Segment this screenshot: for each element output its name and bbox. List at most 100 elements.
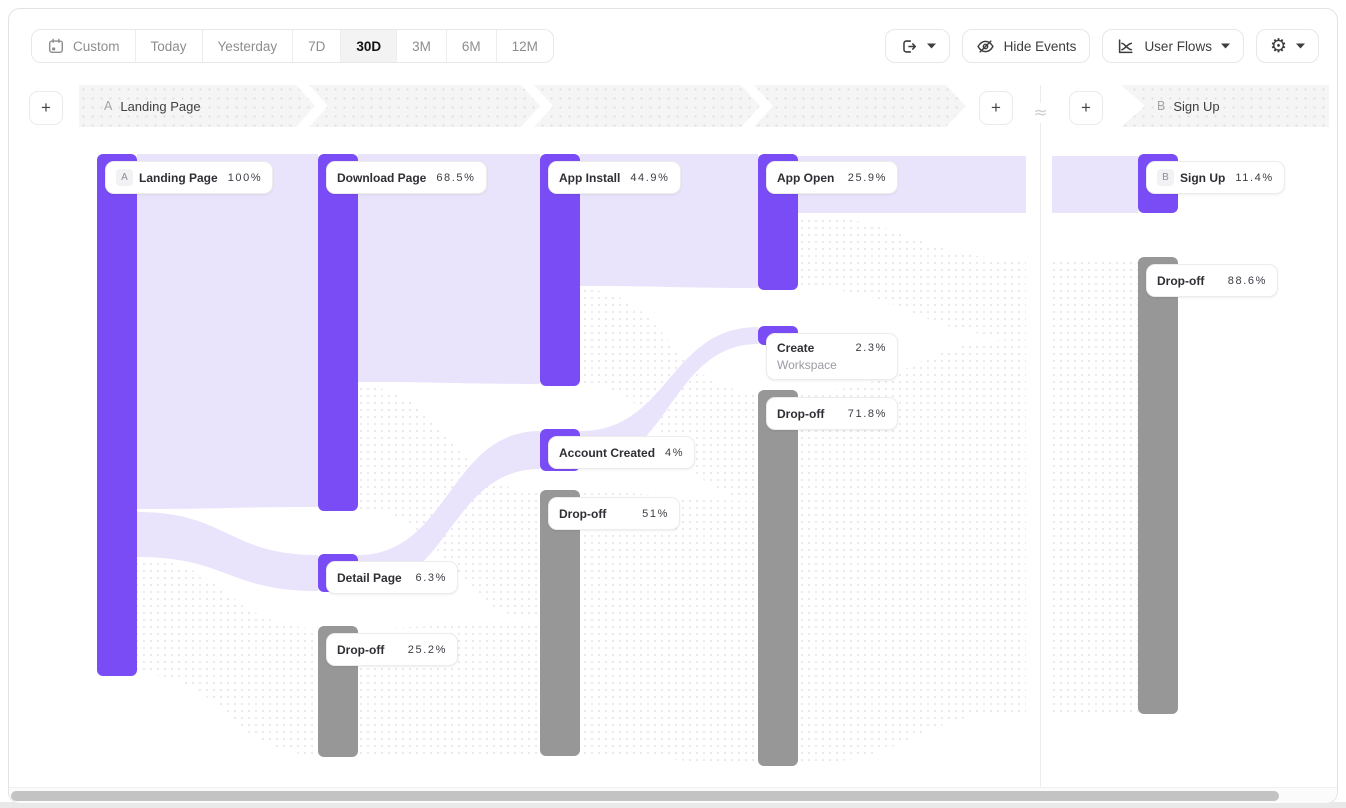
- node-label-drop-off-3[interactable]: Drop-off 71.8%: [766, 397, 898, 430]
- node-percentage: 25.9%: [848, 172, 887, 184]
- node-label-app-install[interactable]: App Install 44.9%: [548, 161, 681, 194]
- app-viewport: Custom Today Yesterday 7D 30D 3M 6M 12M: [0, 0, 1346, 808]
- node-label-main: ALanding Page: [116, 169, 218, 186]
- node-label-account-created[interactable]: Account Created4%: [548, 436, 695, 469]
- flow-chart-icon: [1116, 37, 1135, 56]
- node-label-drop-off-4[interactable]: Drop-off 88.6%: [1146, 264, 1278, 297]
- chevron-separator-icon: [296, 85, 328, 127]
- node-label-landing-page[interactable]: ALanding Page 100%: [105, 161, 273, 194]
- date-range-label: Today: [151, 39, 187, 54]
- flow-section-b-to-sign-up: [1052, 156, 1138, 213]
- date-range-3m[interactable]: 3M: [396, 30, 446, 62]
- node-label-drop-off-2[interactable]: Drop-off 51%: [548, 497, 680, 530]
- step-band-a[interactable]: A Landing Page: [79, 85, 966, 127]
- hide-events-button[interactable]: Hide Events: [962, 29, 1091, 63]
- view-selector-button[interactable]: User Flows: [1102, 29, 1244, 63]
- date-range-30d[interactable]: 30D: [340, 30, 396, 62]
- add-step-button-b[interactable]: +: [1069, 91, 1103, 125]
- node-title: Drop-off: [559, 507, 606, 521]
- date-range-yesterday[interactable]: Yesterday: [202, 30, 293, 62]
- node-label-sign-up[interactable]: B Sign Up 11.4%: [1146, 161, 1285, 194]
- node-label-main: App Install: [559, 171, 620, 185]
- node-label-download-page[interactable]: Download Page68.5%: [326, 161, 487, 194]
- node-label-main: B Sign Up: [1157, 169, 1225, 186]
- chevron-down-icon: [1296, 43, 1305, 49]
- step-band-b[interactable]: B Sign Up: [1121, 85, 1329, 127]
- add-step-button-left[interactable]: +: [29, 91, 63, 125]
- flow-landing-page-to-download-page: [137, 154, 318, 509]
- node-percentage: 6.3%: [416, 572, 447, 584]
- flow-landing-page-to-drop-off-1: [137, 559, 318, 755]
- node-bar-landing-page[interactable]: [97, 154, 137, 676]
- date-range-12m[interactable]: 12M: [496, 30, 553, 62]
- node-percentage: 100%: [228, 172, 263, 184]
- node-label-main: App Open: [777, 171, 834, 185]
- toolbar: Custom Today Yesterday 7D 30D 3M 6M 12M: [31, 29, 1319, 63]
- date-range-label: Custom: [73, 39, 120, 54]
- node-title: Create: [777, 341, 814, 355]
- node-title: Detail Page: [337, 571, 402, 585]
- node-label-main: Download Page: [337, 171, 426, 185]
- toolbar-actions: Hide Events User Flows: [885, 29, 1319, 63]
- node-label-main: Drop-off: [559, 507, 606, 521]
- join-approx-symbol: ≈: [1028, 103, 1053, 123]
- date-range-label: 6M: [462, 39, 481, 54]
- horizontal-scrollbar-track[interactable]: [9, 787, 1337, 804]
- node-label-main: Account Created: [559, 446, 655, 460]
- date-range-7d[interactable]: 7D: [292, 30, 340, 62]
- date-range-selector: Custom Today Yesterday 7D 30D 3M 6M 12M: [31, 29, 554, 63]
- node-title: Download Page: [337, 171, 426, 185]
- node-label-drop-off-1[interactable]: Drop-off25.2%: [326, 633, 458, 666]
- export-icon: [899, 37, 918, 56]
- node-label-main: Detail Page: [337, 571, 402, 585]
- node-title: Drop-off: [1157, 274, 1204, 288]
- step-badge: A: [116, 169, 133, 186]
- node-label-main: Drop-off: [337, 643, 384, 657]
- node-bar-drop-off-3[interactable]: [758, 390, 798, 766]
- node-title-line2: Workspace: [777, 358, 887, 372]
- node-label-row: Create2.3%: [777, 341, 887, 355]
- user-flows-card: Custom Today Yesterday 7D 30D 3M 6M 12M: [8, 8, 1338, 804]
- node-title: Sign Up: [1180, 171, 1225, 185]
- flow-app-open-to-section-b-dropoff: [798, 216, 1026, 337]
- eye-off-icon: [976, 37, 995, 56]
- chevron-separator-icon: [521, 85, 553, 127]
- node-label-detail-page[interactable]: Detail Page 6.3%: [326, 561, 458, 594]
- node-label-main: Drop-off: [777, 407, 824, 421]
- date-range-label: 30D: [356, 39, 381, 54]
- node-percentage: 44.9%: [630, 172, 669, 184]
- node-bar-drop-off-4[interactable]: [1138, 257, 1178, 714]
- flow-drop-off-2-to-drop-off-3: [580, 492, 758, 764]
- date-range-label: Yesterday: [218, 39, 278, 54]
- node-label-app-open[interactable]: App Open 25.9%: [766, 161, 898, 194]
- date-range-today[interactable]: Today: [135, 30, 202, 62]
- calendar-icon: [47, 37, 65, 55]
- horizontal-scrollbar-thumb[interactable]: [11, 791, 1279, 801]
- date-range-6m[interactable]: 6M: [446, 30, 496, 62]
- node-title: Account Created: [559, 446, 655, 460]
- node-percentage: 11.4%: [1235, 172, 1273, 184]
- section-separator: [1040, 85, 1041, 787]
- date-range-label: 7D: [308, 39, 325, 54]
- node-title: Drop-off: [337, 643, 384, 657]
- node-percentage: 88.6%: [1228, 275, 1267, 287]
- node-bar-download-page[interactable]: [318, 154, 358, 511]
- date-range-custom[interactable]: Custom: [32, 30, 135, 62]
- node-title: Drop-off: [777, 407, 824, 421]
- step-name-b: Sign Up: [1173, 99, 1219, 114]
- date-range-label: 12M: [512, 39, 538, 54]
- node-percentage: 71.8%: [848, 408, 887, 420]
- node-percentage: 51%: [642, 508, 669, 520]
- step-badge: B: [1157, 169, 1174, 186]
- export-button[interactable]: [885, 29, 950, 63]
- step-band-b-label: B Sign Up: [1157, 85, 1220, 127]
- settings-button[interactable]: ⚙: [1256, 29, 1319, 63]
- step-badge-b: B: [1157, 99, 1165, 113]
- date-range-label: 3M: [412, 39, 431, 54]
- chevron-down-icon: [1221, 43, 1230, 49]
- node-label-create-workspace[interactable]: Create2.3% Workspace: [766, 333, 898, 380]
- step-name-a: Landing Page: [120, 99, 200, 114]
- node-title: App Install: [559, 171, 620, 185]
- add-step-button-a[interactable]: +: [979, 91, 1013, 125]
- hide-events-label: Hide Events: [1004, 39, 1077, 54]
